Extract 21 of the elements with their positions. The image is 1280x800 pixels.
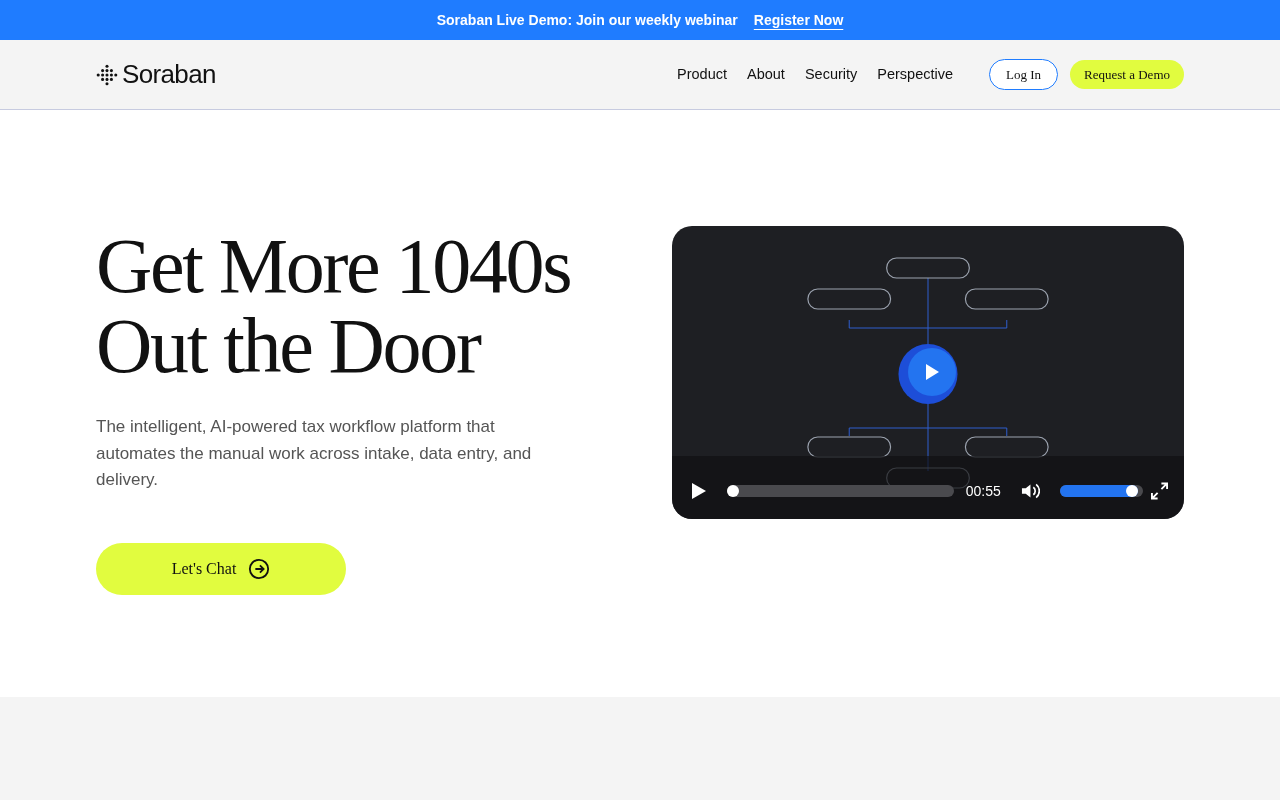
volume-icon[interactable]	[1020, 482, 1040, 500]
volume-thumb[interactable]	[1125, 485, 1138, 497]
nav-link[interactable]: About	[747, 63, 785, 86]
fullscreen-icon[interactable]	[1150, 482, 1168, 500]
hero-title: Get More 1040s Out the Door	[96, 226, 572, 386]
video-time: 00:55	[965, 481, 1001, 501]
arrow-circle-icon	[248, 557, 271, 580]
register-link[interactable]: Register Now	[753, 9, 844, 31]
logo-text: Soraban	[122, 58, 216, 91]
play-icon	[924, 363, 940, 381]
hero-subtitle: The intelligent, AI-powered tax workflow platform that automates the manual work across intake, data entry, and delivery.	[96, 416, 533, 491]
announcement-text: Soraban Live Demo: Join our weekly webinar	[436, 10, 738, 30]
request-demo-button[interactable]: Request a Demo	[1070, 60, 1184, 89]
progress-track[interactable]	[726, 485, 954, 497]
nav-link[interactable]: Perspective	[877, 63, 954, 86]
login-button[interactable]: Log In	[989, 59, 1059, 90]
nav-link[interactable]: Product	[677, 63, 727, 86]
chat-button[interactable]: Let's Chat	[96, 542, 346, 595]
nav-link[interactable]: Security	[804, 63, 858, 86]
logo-icon	[96, 63, 118, 86]
play-icon	[691, 482, 708, 500]
